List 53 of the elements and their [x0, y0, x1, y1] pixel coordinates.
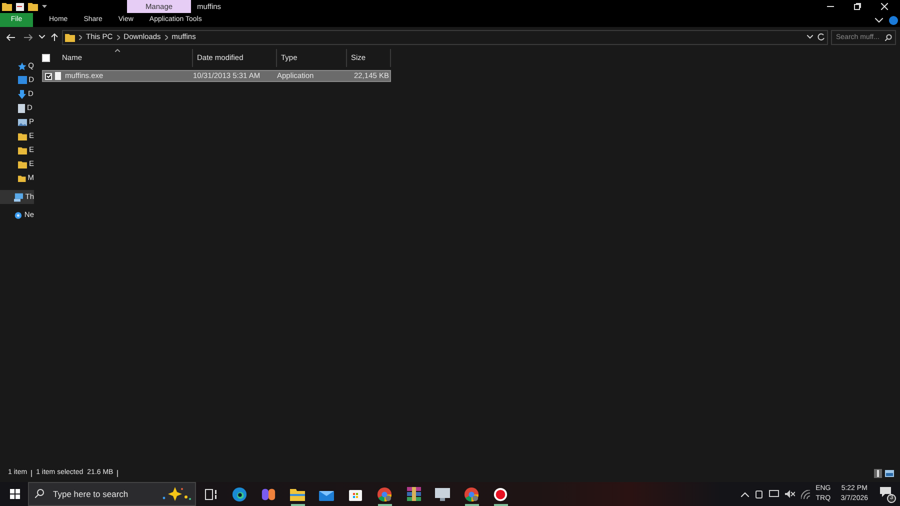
chevron-right-icon	[164, 34, 168, 40]
folder-icon	[2, 2, 12, 11]
notifications-icon[interactable]	[880, 487, 891, 497]
desktop-icon	[18, 76, 27, 84]
store-bag-icon[interactable]	[349, 487, 362, 501]
star-icon	[18, 62, 26, 70]
muted-speaker-icon[interactable]	[784, 490, 795, 498]
picture-icon	[18, 118, 27, 126]
refresh-icon[interactable]	[817, 33, 825, 41]
minimize-icon[interactable]	[827, 6, 834, 8]
chevron-right-icon	[116, 34, 120, 40]
new-folder-icon	[28, 2, 38, 11]
chevron-down-icon[interactable]	[875, 18, 883, 22]
chevron-down-icon[interactable]	[807, 35, 813, 39]
running-indicator	[494, 504, 508, 506]
row-checkbox[interactable]	[45, 72, 52, 80]
network-icon	[14, 210, 22, 220]
computer-icon	[14, 192, 24, 202]
folder-icon	[65, 32, 75, 42]
thumbnail-view-icon[interactable]	[885, 470, 894, 477]
chevron-up-icon[interactable]	[740, 492, 749, 496]
browser-icon[interactable]	[464, 486, 479, 502]
display-icon[interactable]	[768, 490, 779, 498]
download-arrow-icon	[18, 90, 26, 98]
chevron-down-icon[interactable]	[39, 35, 45, 39]
up-arrow-icon[interactable]	[51, 33, 58, 41]
help-icon[interactable]	[889, 16, 898, 24]
dropdown-icon[interactable]	[42, 5, 47, 8]
taskbar-search-field[interactable]: Type here to search	[28, 482, 196, 506]
search-icon	[885, 34, 892, 40]
back-arrow-icon[interactable]	[6, 34, 15, 40]
forward-arrow-icon[interactable]	[24, 34, 33, 40]
windows-start-icon[interactable]	[10, 489, 20, 499]
restore-icon[interactable]	[854, 3, 861, 10]
search-icon	[35, 489, 44, 498]
running-indicator	[378, 504, 392, 506]
task-view-icon[interactable]	[204, 488, 216, 500]
properties-icon[interactable]	[16, 2, 24, 10]
device-icon[interactable]	[754, 490, 763, 498]
stacked-books-icon[interactable]	[406, 487, 420, 501]
folder-icon[interactable]	[290, 488, 305, 500]
running-indicator	[290, 504, 304, 506]
record-icon[interactable]	[493, 486, 508, 502]
close-icon[interactable]	[881, 3, 888, 10]
running-indicator	[464, 504, 478, 506]
document-icon	[18, 104, 25, 112]
details-view-icon[interactable]	[874, 469, 882, 478]
browser-icon[interactable]	[377, 486, 392, 502]
wifi-icon[interactable]	[800, 490, 810, 498]
monitor-icon[interactable]	[435, 488, 450, 500]
file-icon	[55, 72, 61, 80]
chevron-right-icon	[79, 34, 82, 40]
select-all-checkbox[interactable]	[42, 54, 50, 62]
